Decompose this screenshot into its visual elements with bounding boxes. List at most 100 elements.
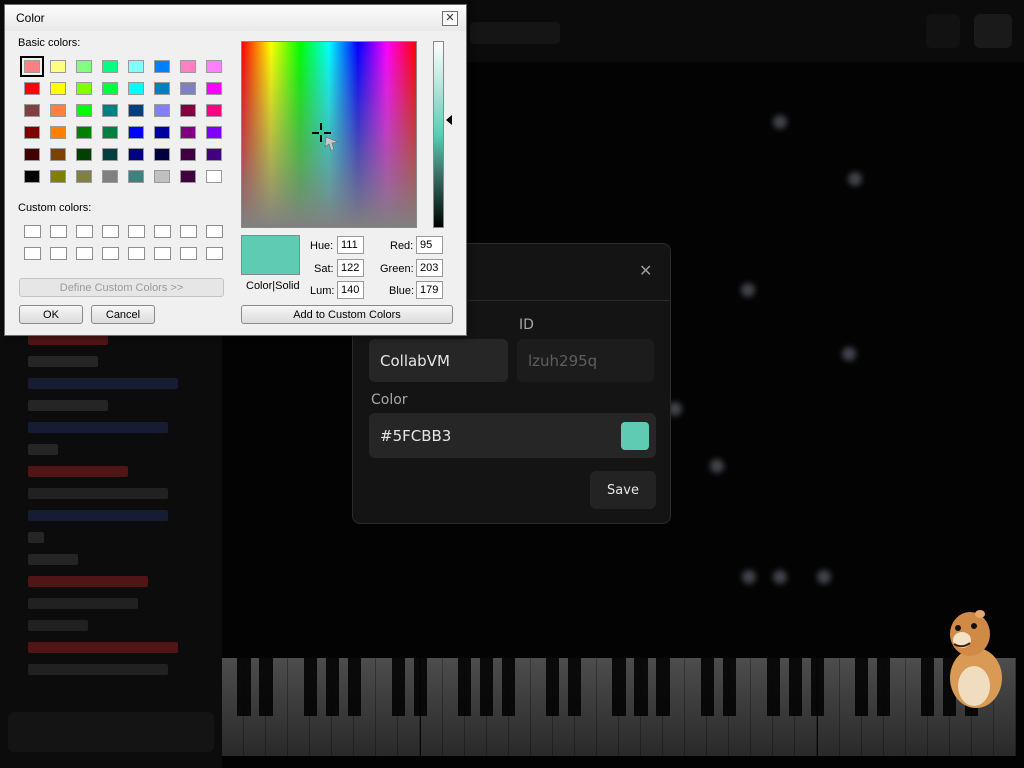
id-input: lzuh295q [517,339,654,382]
basic-color-swatch[interactable] [180,60,196,73]
hue-label: Hue: [310,240,334,252]
basic-color-swatch[interactable] [24,170,40,183]
cancel-button[interactable]: Cancel [91,305,155,324]
custom-color-swatch[interactable] [206,225,223,238]
basic-color-swatch[interactable] [24,104,40,117]
basic-color-swatch[interactable] [102,126,118,139]
color-swatch[interactable] [621,422,649,450]
basic-color-swatch[interactable] [154,60,170,73]
basic-color-swatch[interactable] [154,148,170,161]
basic-color-swatch[interactable] [76,148,92,161]
luminosity-bar[interactable] [433,41,444,228]
basic-color-swatch[interactable] [50,82,66,95]
basic-color-swatch[interactable] [128,148,144,161]
color-input[interactable]: #5FCBB3 [369,413,656,458]
basic-color-swatch[interactable] [206,148,222,161]
name-input[interactable]: CollabVM [369,339,508,382]
custom-color-swatch[interactable] [154,247,171,260]
basic-color-swatch[interactable] [206,60,222,73]
custom-color-swatch[interactable] [24,247,41,260]
blue-input[interactable]: 179 [416,281,443,299]
basic-color-swatch[interactable] [206,104,222,117]
custom-color-swatch[interactable] [50,247,67,260]
basic-color-swatch[interactable] [154,104,170,117]
basic-color-swatch[interactable] [102,148,118,161]
basic-color-swatch[interactable] [128,126,144,139]
custom-color-swatch[interactable] [102,225,119,238]
basic-color-swatch[interactable] [180,82,196,95]
save-button[interactable]: Save [590,471,656,509]
basic-color-swatch[interactable] [50,148,66,161]
custom-color-swatch[interactable] [128,247,145,260]
basic-color-swatch[interactable] [102,170,118,183]
basic-color-swatch[interactable] [180,104,196,117]
basic-color-swatch[interactable] [180,170,196,183]
ok-button[interactable]: OK [19,305,83,324]
basic-color-swatch[interactable] [180,126,196,139]
basic-color-swatch[interactable] [154,126,170,139]
basic-color-swatch[interactable] [76,170,92,183]
basic-color-swatch[interactable] [50,104,66,117]
basic-color-swatch[interactable] [24,82,40,95]
basic-color-swatch[interactable] [128,82,144,95]
basic-color-swatch[interactable] [76,104,92,117]
basic-color-swatch[interactable] [20,56,44,77]
user-cursor-dot [842,347,856,361]
basic-color-swatch[interactable] [76,126,92,139]
dialog-titlebar[interactable]: Color ✕ [5,5,466,31]
lum-input[interactable]: 140 [337,281,364,299]
chat-line [28,576,148,587]
custom-color-swatch[interactable] [180,225,197,238]
add-to-custom-colors-button[interactable]: Add to Custom Colors [241,305,453,324]
basic-color-swatch[interactable] [128,60,144,73]
custom-color-swatch[interactable] [76,225,93,238]
close-icon[interactable]: ✕ [639,261,652,280]
basic-color-swatch[interactable] [76,82,92,95]
basic-color-swatch[interactable] [24,148,40,161]
basic-color-swatch[interactable] [206,126,222,139]
hue-input[interactable]: 111 [337,236,364,254]
basic-color-swatch[interactable] [206,170,222,183]
basic-color-swatch[interactable] [128,104,144,117]
basic-color-swatch[interactable] [128,170,144,183]
basic-color-swatch[interactable] [102,82,118,95]
color-solid-label: Color|Solid [246,280,300,292]
basic-color-swatch[interactable] [50,60,66,73]
dialog-title: Color [16,11,45,25]
basic-color-swatch[interactable] [76,60,92,73]
basic-color-swatch[interactable] [102,104,118,117]
basic-color-swatch[interactable] [180,148,196,161]
piano-keyboard[interactable] [222,658,1016,756]
chat-line [28,444,58,455]
top-bar-button[interactable] [974,14,1012,48]
chat-line [28,532,44,543]
red-input[interactable]: 95 [416,236,443,254]
custom-color-swatch[interactable] [50,225,67,238]
custom-color-swatch[interactable] [180,247,197,260]
basic-color-swatch[interactable] [24,126,40,139]
top-bar-button[interactable] [926,14,960,48]
basic-color-swatch[interactable] [50,170,66,183]
chat-input[interactable] [8,712,214,752]
basic-color-swatch[interactable] [206,82,222,95]
chat-line [28,598,138,609]
lum-label: Lum: [310,285,335,297]
custom-colors-label: Custom colors: [18,202,92,214]
basic-color-swatch[interactable] [50,126,66,139]
chat-line [28,642,178,653]
custom-color-swatch[interactable] [76,247,93,260]
close-icon[interactable]: ✕ [442,11,458,26]
custom-color-swatch[interactable] [206,247,223,260]
user-cursor-dot [742,570,756,584]
basic-color-swatch[interactable] [102,60,118,73]
luminosity-arrow-icon[interactable] [446,115,452,125]
custom-color-swatch[interactable] [24,225,41,238]
chat-line [28,554,78,565]
basic-color-swatch[interactable] [154,82,170,95]
green-input[interactable]: 203 [416,259,443,277]
custom-color-swatch[interactable] [128,225,145,238]
custom-color-swatch[interactable] [102,247,119,260]
basic-color-swatch[interactable] [154,170,170,183]
sat-input[interactable]: 122 [337,259,364,277]
custom-color-swatch[interactable] [154,225,171,238]
